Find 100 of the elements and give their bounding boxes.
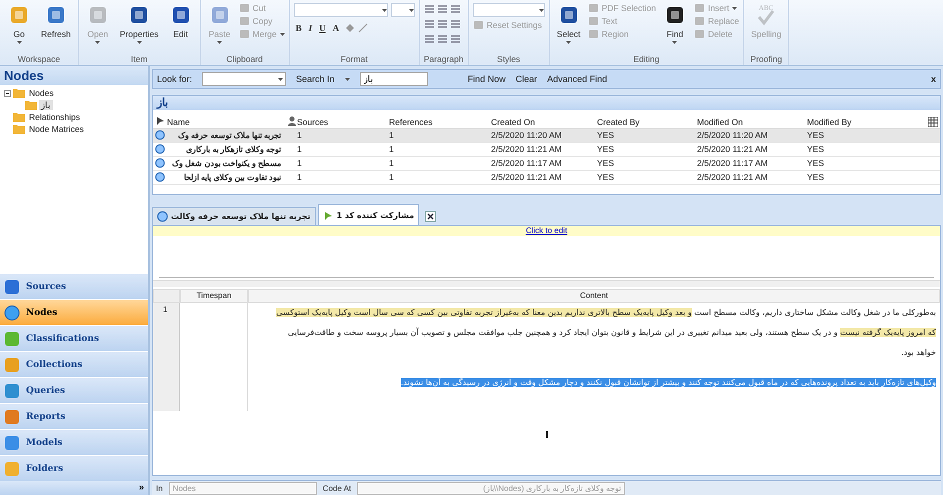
format-button[interactable]: I (306, 23, 314, 33)
section-icon (4, 278, 20, 294)
person-icon (287, 116, 297, 126)
ribbon-button[interactable]: Select (554, 3, 584, 44)
table-cell-text: 2/5/2020 11:17 AM (491, 157, 563, 170)
caret-icon (16, 41, 22, 44)
document-tab[interactable]: مشارکت کننده کد 1 (318, 204, 420, 225)
find-now-button[interactable]: Find Now (468, 74, 506, 84)
corner-header (153, 288, 180, 303)
toolbar-icon (472, 20, 484, 30)
nav-section-button[interactable]: Queries (0, 377, 148, 403)
toolbar-icon (238, 16, 250, 26)
caret-icon (278, 78, 284, 80)
group-label: Paragraph (424, 54, 464, 65)
nav-section-button[interactable]: Folders (0, 455, 148, 481)
group-label: Workspace (16, 54, 62, 65)
tree-item[interactable]: Relationships (27, 112, 82, 122)
caret-icon (280, 32, 285, 36)
section-icon (4, 408, 20, 424)
table-cell-text: تجربه تنها ملاک توسعه حرفه وک (176, 130, 282, 142)
size-combo[interactable] (390, 3, 415, 17)
table-cell-text: YES (597, 171, 616, 184)
table-cell-text: YES (597, 129, 616, 142)
table-cell-text: YES (807, 171, 826, 184)
caret-icon (732, 6, 738, 10)
node-icon (155, 144, 165, 154)
text-cursor (546, 430, 548, 438)
table-cell-text: 1 (297, 157, 303, 170)
section-icon (4, 330, 20, 346)
click-to-edit-link[interactable]: Click to edit (526, 226, 568, 235)
table-cell-text: 1 (297, 143, 303, 156)
toolbar-icon (588, 3, 599, 13)
section-icon (4, 356, 20, 372)
table-cell-text: 2/5/2020 11:20 AM (697, 129, 769, 142)
column-header[interactable]: Created On (491, 117, 597, 127)
table-cell-text: 2/5/2020 11:21 AM (697, 171, 769, 184)
column-header[interactable]: Sources (297, 117, 389, 127)
more-button[interactable]: » (0, 481, 148, 495)
table-cell-text: 2/5/2020 11:20 AM (491, 129, 563, 142)
table-cell-text: 2/5/2020 11:17 AM (697, 157, 769, 170)
toolbar-icon (588, 16, 599, 26)
table-cell-text: 1 (389, 171, 395, 184)
column-header[interactable]: Modified By (807, 117, 907, 127)
table-cell-text: توجه وکلای تازهکار به بارکاری (185, 144, 282, 156)
ribbon-button[interactable]: Go (4, 3, 34, 44)
row-number: 1 (153, 302, 180, 411)
group-label: Styles (496, 54, 522, 65)
ribbon-button[interactable]: Refresh (38, 3, 74, 39)
caret-icon (217, 41, 222, 44)
transcript-text: خواهد بود. (901, 348, 936, 357)
toolbar-icon (694, 29, 705, 39)
nav-section-button[interactable]: Models (0, 429, 148, 455)
section-icon (4, 382, 20, 398)
column-header[interactable]: Name (167, 117, 285, 127)
nav-section-button[interactable]: Reports (0, 403, 148, 429)
transcript-text: وکیل‌های تازه‌کار باید به تعداد پرونده‌هایی که در ماه قبول می‌کنند توجه کنند و بیشتر از توانشان قبول نکنند و دچار مشکل وقت و انرژی در رسیدگی به آن‌ها نشوند. (400, 378, 936, 387)
toolbar-icon (588, 29, 599, 39)
clear-button[interactable]: Clear (516, 74, 538, 84)
caret-icon (566, 41, 572, 44)
section-icon (4, 304, 20, 320)
search-in-button[interactable]: Search In (296, 74, 335, 84)
transcript-text: به‌طورکلی ما در شغل وکالت مشکل ساختاری داریم، وکالت مسطح است (693, 308, 936, 317)
table-cell-text: 1 (297, 129, 303, 142)
nav-section-button[interactable]: Classifications (0, 325, 148, 351)
group-label: Item (130, 54, 148, 65)
close-icon[interactable] (425, 211, 436, 222)
column-header[interactable]: References (389, 117, 491, 127)
column-header[interactable]: Created By (597, 117, 697, 127)
look-for-label: Look for: (157, 74, 192, 84)
close-button[interactable]: x (930, 74, 936, 84)
format-button[interactable]: A (330, 23, 342, 33)
document-tab[interactable]: تجربه تنها ملاک توسعه حرفه وکالت (152, 207, 316, 225)
caret-icon (95, 41, 100, 44)
search-field[interactable]: باز (360, 72, 428, 86)
group-label: Clipboard (225, 54, 264, 65)
column-header[interactable]: Timespan (180, 288, 248, 303)
table-cell-text: نبود تفاوت بین وکلای پایه ازلحا (182, 172, 282, 184)
nav-section-button[interactable]: Sources (0, 273, 148, 299)
ribbon-button[interactable]: Edit (166, 3, 196, 39)
nav-section-button[interactable]: Nodes (0, 299, 148, 325)
code-at-label: Code At (322, 484, 352, 492)
node-icon (157, 211, 168, 222)
format-button[interactable]: U (317, 23, 328, 33)
column-header[interactable]: Content (248, 288, 940, 303)
nav-section-button[interactable]: Collections (0, 351, 148, 377)
caret-icon (408, 8, 414, 12)
advanced-find-button[interactable]: Advanced Find (547, 74, 608, 84)
look-for-combo[interactable] (202, 72, 286, 86)
table-cell-text: YES (597, 157, 616, 170)
in-label: In (156, 484, 163, 492)
ribbon-button[interactable]: Properties (116, 3, 162, 44)
tree-item[interactable]: Node Matrices (27, 124, 86, 134)
column-header[interactable]: Modified On (697, 117, 807, 127)
tree-item[interactable]: Nodes (27, 88, 56, 98)
ribbon-button[interactable]: Find (660, 3, 690, 44)
collapse-icon[interactable] (4, 90, 11, 96)
tree-item[interactable]: باز (39, 100, 53, 110)
table-cell-text: 2/5/2020 11:21 AM (491, 143, 563, 156)
grid-icon[interactable] (928, 117, 938, 127)
format-button[interactable]: B (294, 23, 304, 33)
